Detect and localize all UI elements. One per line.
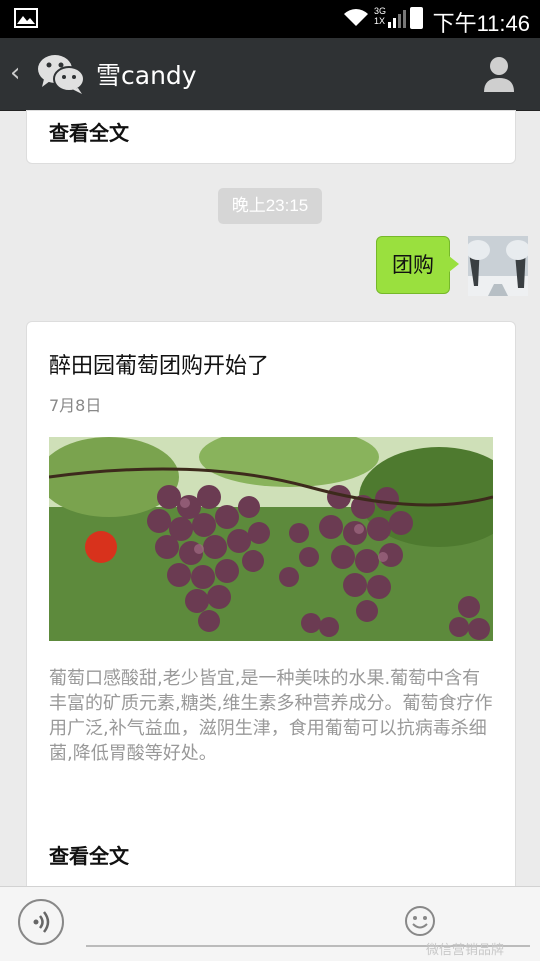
message-timestamp: 晚上23:15 [218,188,322,224]
article-card-previous[interactable]: 查看全文 [26,110,516,164]
back-chevron-icon[interactable]: ‹ [10,58,20,88]
signal-icon [388,10,406,28]
article-description: 葡萄口感酸甜,老少皆宜,是一种美味的水果.葡萄中含有丰富的矿质元素,糖类,维生素… [49,668,493,764]
sent-message-bubble[interactable]: 团购 [376,236,450,294]
bubble-tail [449,256,459,272]
voice-icon [33,911,50,933]
network-bottom-label: 1X [374,16,386,26]
wifi-icon [344,9,368,26]
status-bar: 3G 1X 下午11:46 [0,0,540,38]
watermark-text: 微信营销品牌 [426,943,505,958]
article-card[interactable]: 醉田园葡萄团购开始了 7月8日 葡萄口感酸甜,老少皆宜,是一种美味的水果.葡萄中… [26,321,516,893]
network-top-label: 3G [374,6,387,16]
article-cover-image [49,437,493,641]
contact-name: 雪candy [96,61,197,90]
battery-icon [410,7,423,29]
chat-input-bar: 微信营销品牌 [0,886,540,961]
wechat-logo-icon [38,55,85,94]
article-date: 7月8日 [49,396,102,415]
chat-header: ‹ 雪candy [0,38,540,111]
voice-input-button[interactable] [18,899,64,945]
status-time: 下午11:46 [432,11,530,36]
emoji-icon[interactable] [404,905,436,937]
article-title: 醉田园葡萄团购开始了 [49,354,270,379]
gallery-notification-icon [14,8,38,28]
read-more-link[interactable]: 查看全文 [49,840,129,869]
profile-icon[interactable] [482,54,516,94]
user-avatar[interactable] [468,236,528,296]
network-indicator: 3G 1X [374,6,386,26]
read-more-link[interactable]: 查看全文 [49,117,129,146]
